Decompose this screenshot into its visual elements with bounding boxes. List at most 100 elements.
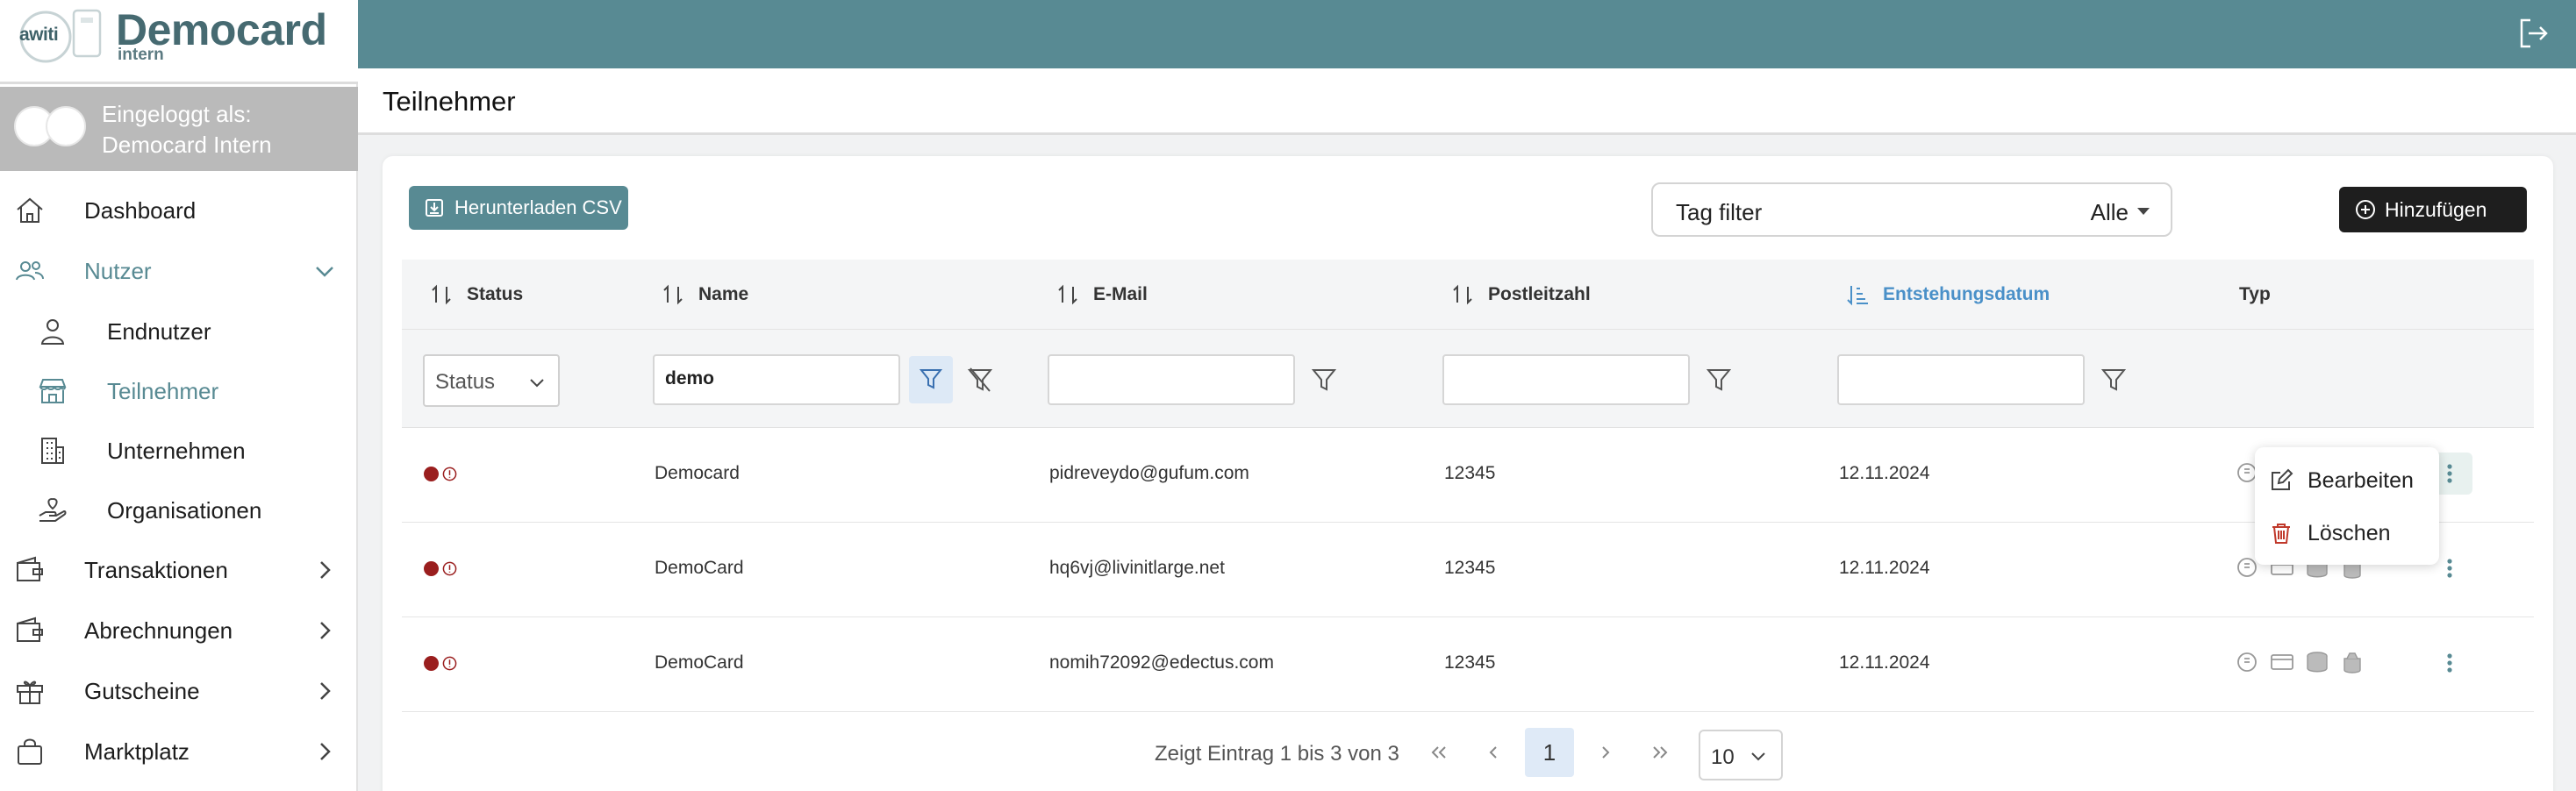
cell-entstehungsdatum: 12.11.2024: [1839, 558, 1930, 578]
column-label: Status: [467, 284, 524, 304]
row-actions-button[interactable]: [2427, 642, 2472, 684]
caret-down-icon: [2137, 208, 2150, 215]
sidebar-item-unternehmen[interactable]: Unternehmen: [0, 421, 356, 481]
first-page-button[interactable]: [1414, 728, 1463, 777]
column-email[interactable]: E-Mail: [1055, 260, 1148, 330]
chevron-right-icon[interactable]: [312, 679, 337, 703]
column-entstehungsdatum[interactable]: Entstehungsdatum: [1844, 260, 2050, 330]
table-header: Status Name E-Mail Postleitzahl Entstehu…: [402, 260, 2534, 330]
money-bag-icon: [2343, 652, 2361, 673]
status-dot: [424, 561, 439, 576]
sidebar-item-label: Nutzer: [84, 258, 152, 284]
hand-heart-icon: [39, 497, 67, 522]
more-vertical-icon: [2447, 464, 2452, 483]
sidebar-item-endnutzer[interactable]: Endnutzer: [0, 302, 356, 361]
more-vertical-icon: [2447, 653, 2452, 673]
entstehungsdatum-filter-input[interactable]: [1837, 354, 2085, 405]
card-icon: [2271, 654, 2293, 670]
warning-icon: [442, 656, 457, 671]
sort-icon: [1453, 284, 1472, 305]
filter-icon[interactable]: [2100, 367, 2127, 393]
sidebar-item-organisationen[interactable]: Organisationen: [0, 481, 356, 540]
status-filter-select[interactable]: Status: [423, 354, 560, 407]
column-status[interactable]: Status: [428, 260, 523, 330]
page-button-current[interactable]: 1: [1525, 728, 1574, 777]
trash-icon: [2272, 524, 2290, 544]
coin-exchange-icon: [2237, 652, 2257, 672]
cell-email: nomih72092@edectus.com: [1049, 652, 1274, 673]
sidebar-item-label: Unternehmen: [107, 438, 246, 464]
column-label: Name: [698, 284, 749, 304]
last-page-button[interactable]: [1635, 728, 1685, 777]
column-typ: Typ: [2239, 260, 2271, 330]
cell-postleitzahl: 12345: [1444, 463, 1496, 483]
home-icon: [17, 197, 43, 223]
name-filter-input[interactable]: demo: [653, 354, 900, 405]
download-icon: [426, 199, 443, 217]
sidebar-item-label: Teilnehmer: [107, 378, 219, 404]
chevron-right-icon[interactable]: [312, 739, 337, 764]
edit-menu-item[interactable]: Bearbeiten: [2255, 454, 2439, 507]
sidebar-item-teilnehmer[interactable]: Teilnehmer: [0, 361, 356, 421]
sidebar-item-label: Marktplatz: [84, 738, 190, 765]
chevron-down-icon: [530, 379, 544, 388]
tag-filter-value: Alle: [2090, 199, 2129, 225]
sidebar-item-dashboard[interactable]: Dashboard: [0, 181, 356, 240]
participants-card: Herunterladen CSV Tag filter Alle Hinzuf…: [383, 156, 2553, 791]
table-row[interactable]: Democard pidreveydo@gufum.com 12345 12.1…: [402, 428, 2534, 523]
filter-clear-icon[interactable]: [967, 367, 993, 393]
logged-in-caption: Eingeloggt als:: [102, 101, 252, 127]
column-postleitzahl[interactable]: Postleitzahl: [1449, 260, 1591, 330]
cell-email: pidreveydo@gufum.com: [1049, 463, 1249, 483]
cell-name: DemoCard: [655, 652, 744, 673]
logo-word: awiti: [19, 25, 59, 45]
postleitzahl-filter-input[interactable]: [1442, 354, 1690, 405]
title-bar: Teilnehmer: [358, 68, 2576, 135]
add-button[interactable]: Hinzufügen: [2339, 187, 2527, 232]
logged-in-user: Democard Intern: [102, 132, 272, 158]
page-size-select[interactable]: 10: [1699, 730, 1783, 780]
chevron-right-icon[interactable]: [312, 558, 337, 582]
row-context-menu: Bearbeiten Löschen: [2255, 447, 2439, 565]
tag-filter-select[interactable]: Tag filter Alle: [1651, 182, 2172, 237]
wallet-icon: [17, 556, 43, 581]
sidebar-item-label: Organisationen: [107, 497, 262, 524]
edit-icon: [2272, 468, 2293, 490]
cell-entstehungsdatum: 12.11.2024: [1839, 463, 1930, 483]
next-page-button[interactable]: [1581, 728, 1630, 777]
chevron-down-icon[interactable]: [312, 259, 337, 283]
more-vertical-icon: [2447, 559, 2452, 578]
logout-icon[interactable]: [2515, 15, 2551, 52]
user-box: Eingeloggt als: Democard Intern: [0, 87, 358, 171]
tag-filter-label: Tag filter: [1676, 199, 1763, 225]
sidebar-item-abrechnungen[interactable]: Abrechnungen: [0, 601, 356, 660]
table-row[interactable]: DemoCard nomih72092@edectus.com 12345 12…: [402, 617, 2534, 712]
brand-subtitle: intern: [118, 46, 164, 64]
sidebar-item-marktplatz[interactable]: Marktplatz: [0, 722, 356, 781]
filter-active-button[interactable]: [909, 356, 953, 403]
chevron-right-icon: [1602, 746, 1610, 759]
sidebar-item-label: Dashboard: [84, 197, 197, 224]
sidebar-item-gutscheine[interactable]: Gutscheine: [0, 661, 356, 721]
warning-icon: [442, 561, 457, 576]
column-name[interactable]: Name: [660, 260, 748, 330]
prev-page-button[interactable]: [1469, 728, 1518, 777]
email-filter-input[interactable]: [1048, 354, 1295, 405]
sidebar-item-label: Gutscheine: [84, 678, 200, 704]
sidebar-item-nutzer[interactable]: Nutzer: [0, 241, 356, 301]
delete-menu-item[interactable]: Löschen: [2255, 507, 2439, 559]
filter-icon[interactable]: [1311, 367, 1337, 393]
sidebar-item-transaktionen[interactable]: Transaktionen: [0, 540, 356, 600]
logo[interactable]: awiti Democard intern: [0, 0, 358, 84]
sort-ascending-icon: [1847, 286, 1868, 306]
download-csv-button[interactable]: Herunterladen CSV: [409, 186, 628, 230]
chevron-right-icon[interactable]: [312, 618, 337, 643]
table-row[interactable]: DemoCard hq6vj@livinitlarge.net 12345 12…: [402, 523, 2534, 617]
column-label: E-Mail: [1093, 284, 1148, 304]
page-size-value: 10: [1711, 745, 1735, 769]
cell-postleitzahl: 12345: [1444, 558, 1496, 578]
status-dot: [424, 467, 439, 481]
user-icon: [40, 319, 65, 345]
filter-icon[interactable]: [1706, 367, 1732, 393]
sidebar-item-label: Endnutzer: [107, 318, 211, 345]
